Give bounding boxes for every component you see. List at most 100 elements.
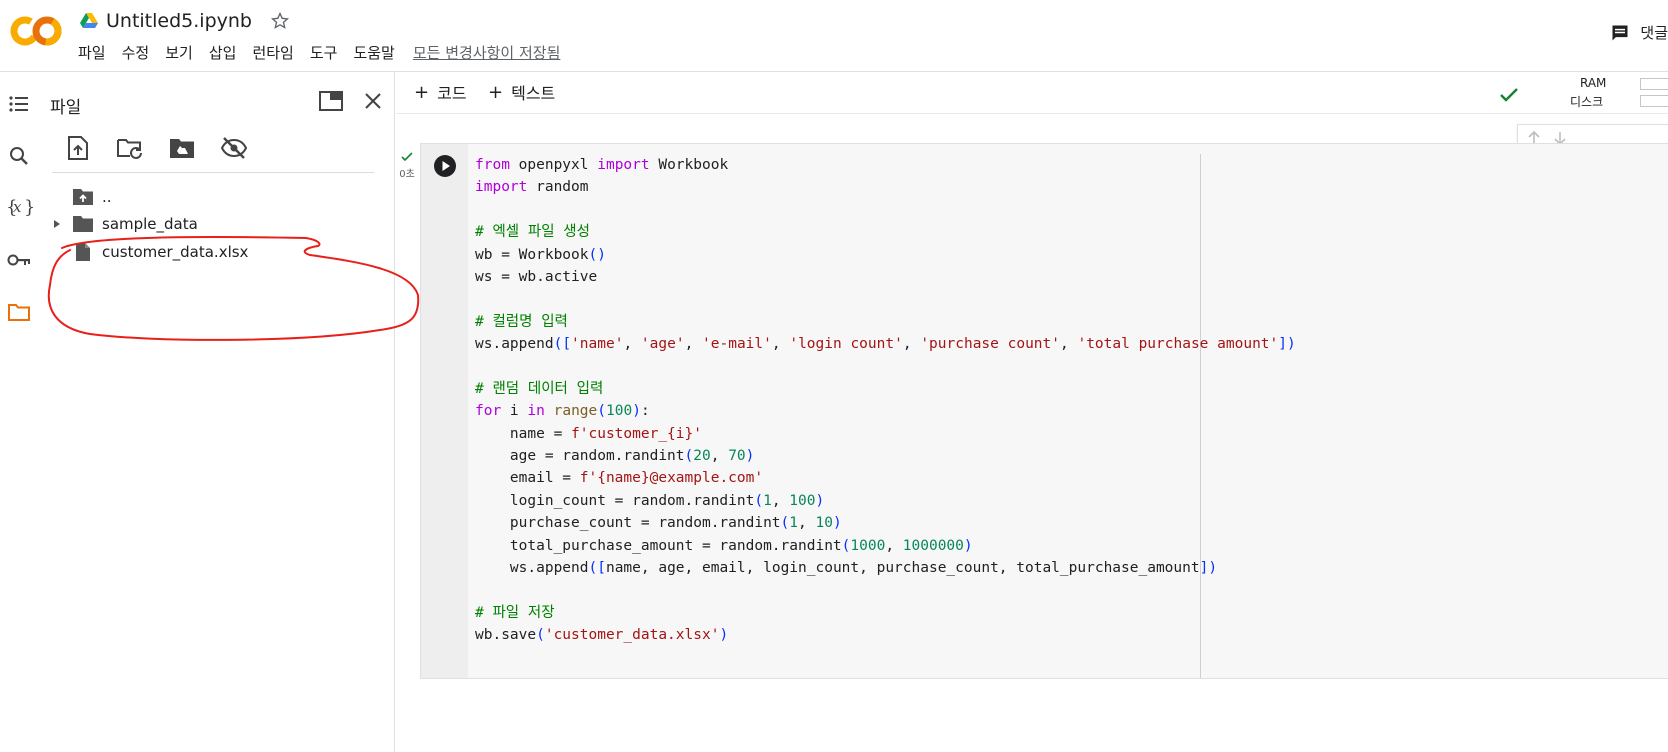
app-header: Untitled5.ipynb 파일 수정 보기 삽입 런타임 도구 도움말 모…	[0, 0, 1668, 72]
disk-meter	[1640, 95, 1668, 107]
mount-drive-button[interactable]	[168, 134, 196, 162]
open-in-tab-button[interactable]	[318, 88, 344, 114]
run-cell-icon[interactable]	[433, 154, 457, 178]
add-text-button[interactable]: + 텍스트	[488, 80, 555, 104]
add-text-label: 텍스트	[511, 84, 556, 103]
code-line[interactable]: # 컬럼명 입력	[475, 311, 1296, 333]
add-code-label: 코드	[437, 84, 467, 103]
tree-item-customer-data[interactable]: customer_data.xlsx	[72, 241, 248, 263]
disk-label: 디스크	[1570, 95, 1604, 109]
file-icon	[72, 242, 94, 262]
code-line[interactable]	[475, 579, 1296, 601]
code-cell[interactable]: from openpyxl import Workbook import rand…	[420, 143, 1668, 679]
search-icon	[10, 147, 28, 165]
menu-view[interactable]: 보기	[165, 42, 193, 63]
code-line[interactable]: from openpyxl import Workbook	[475, 154, 1296, 176]
code-line[interactable]: ws.append([name, age, email, login_count…	[475, 557, 1296, 579]
code-line[interactable]: # 파일 저장	[475, 602, 1296, 624]
list-icon	[9, 96, 28, 112]
colab-logo[interactable]	[10, 12, 62, 50]
star-icon[interactable]	[270, 11, 290, 31]
notebook-title[interactable]: Untitled5.ipynb	[106, 10, 252, 32]
tree-item-label: sample_data	[102, 215, 198, 233]
comment-icon	[1612, 25, 1628, 40]
plus-icon: +	[414, 81, 430, 103]
svg-text:}: }	[24, 197, 33, 218]
tree-item-label: ..	[102, 188, 112, 206]
code-line[interactable]: wb = Workbook()	[475, 244, 1296, 266]
add-code-button[interactable]: + 코드	[414, 80, 467, 104]
menu-tools[interactable]: 도구	[310, 42, 338, 63]
code-line[interactable]	[475, 199, 1296, 221]
folder-refresh-icon	[117, 139, 142, 159]
tree-item-label: customer_data.xlsx	[102, 243, 249, 261]
panel-title: 파일	[50, 98, 82, 118]
code-line[interactable]: import random	[475, 176, 1296, 198]
code-line[interactable]: total_purchase_amount = random.randint(1…	[475, 535, 1296, 557]
open-in-new-window-icon	[319, 91, 343, 111]
code-line[interactable]	[475, 288, 1296, 310]
upload-button[interactable]	[64, 134, 92, 162]
ram-label: RAM	[1580, 76, 1607, 90]
tree-item-parent[interactable]: ..	[72, 186, 112, 208]
tree-item-sample-data[interactable]: sample_data	[50, 213, 198, 235]
eye-off-icon	[220, 137, 248, 159]
files-toolbar	[64, 134, 272, 162]
refresh-button[interactable]	[116, 134, 144, 162]
plus-icon: +	[488, 81, 504, 103]
code-editor[interactable]: from openpyxl import Workbook import rand…	[468, 144, 1668, 678]
files-panel: 파일 .. sample_data customer_data.xlsx	[36, 72, 395, 752]
code-line[interactable]: name = f'customer_{i}'	[475, 423, 1296, 445]
upload-file-icon	[68, 136, 88, 160]
menu-runtime[interactable]: 런타임	[252, 42, 293, 63]
panel-divider	[52, 172, 374, 173]
execution-status: 0초	[399, 152, 415, 180]
expand-arrow-icon[interactable]	[50, 219, 64, 229]
execution-time: 0초	[399, 169, 415, 180]
code-line[interactable]: purchase_count = random.randint(1, 10)	[475, 512, 1296, 534]
secrets-button[interactable]	[5, 246, 33, 274]
toggle-hidden-button[interactable]	[220, 134, 248, 162]
saved-status[interactable]: 모든 변경사항이 저장됨	[413, 42, 561, 63]
drive-folder-icon	[170, 139, 194, 158]
left-rail: { x }	[0, 72, 36, 752]
code-line[interactable]: email = f'{name}@example.com'	[475, 467, 1296, 489]
code-line[interactable]: login_count = random.randint(1, 100)	[475, 490, 1296, 512]
menu-insert[interactable]: 삽입	[209, 42, 237, 63]
files-button[interactable]	[5, 298, 33, 326]
check-icon	[1500, 88, 1518, 102]
menu-help[interactable]: 도움말	[353, 42, 394, 63]
code-line[interactable]: for i in range(100):	[475, 400, 1296, 422]
notebook-toolbar: + 코드 + 텍스트 RAM 디스크	[396, 72, 1668, 114]
folder-icon	[8, 304, 30, 321]
folder-icon	[72, 214, 94, 234]
code-text[interactable]: from openpyxl import Workbook import rand…	[475, 154, 1296, 647]
check-icon	[401, 152, 413, 162]
runtime-status[interactable]: RAM 디스크	[1468, 76, 1668, 112]
code-line[interactable]: # 엑셀 파일 생성	[475, 221, 1296, 243]
search-button[interactable]	[5, 142, 33, 170]
svg-text:x: x	[13, 198, 22, 216]
menu-file[interactable]: 파일	[78, 42, 106, 63]
variables-button[interactable]: { x }	[5, 193, 33, 221]
comment-button[interactable]: 댓글	[1610, 22, 1668, 43]
close-icon	[365, 93, 381, 109]
code-line[interactable]: # 랜덤 데이터 입력	[475, 378, 1296, 400]
code-line[interactable]: age = random.randint(20, 70)	[475, 445, 1296, 467]
comment-label: 댓글	[1640, 24, 1668, 42]
code-line[interactable]	[475, 356, 1296, 378]
menu-bar: 파일 수정 보기 삽입 런타임 도구 도움말 모든 변경사항이 저장됨	[78, 42, 560, 63]
menu-edit[interactable]: 수정	[122, 42, 150, 63]
code-line[interactable]: ws.append(['name', 'age', 'e-mail', 'log…	[475, 333, 1296, 355]
close-panel-button[interactable]	[360, 88, 386, 114]
folder-up-icon	[72, 187, 94, 207]
code-line[interactable]: wb.save('customer_data.xlsx')	[475, 624, 1296, 646]
variables-icon: { x }	[6, 197, 33, 218]
ram-meter	[1640, 78, 1668, 90]
title-row: Untitled5.ipynb	[80, 8, 290, 34]
code-line[interactable]: ws = wb.active	[475, 266, 1296, 288]
google-drive-icon[interactable]	[80, 13, 98, 29]
toc-button[interactable]	[5, 90, 33, 118]
cell-gutter	[421, 144, 468, 678]
key-icon	[7, 254, 30, 266]
